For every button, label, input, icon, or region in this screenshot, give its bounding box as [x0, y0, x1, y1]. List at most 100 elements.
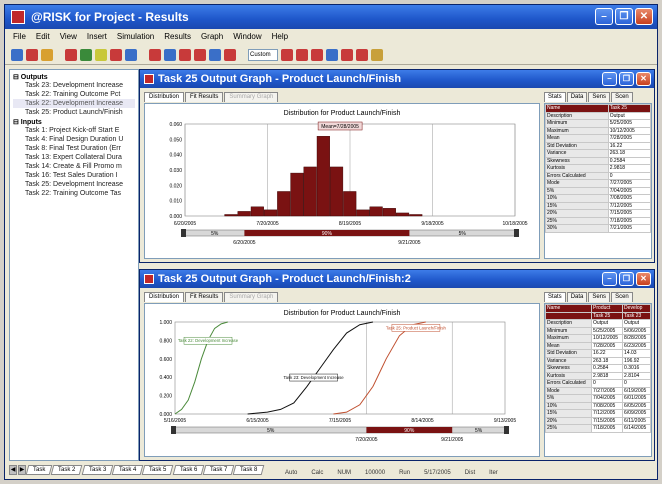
- tab-distribution[interactable]: Distribution: [144, 292, 185, 302]
- stats-value-cell[interactable]: 7/12/2005: [591, 409, 624, 418]
- menu-insert[interactable]: Insert: [87, 32, 107, 42]
- stats-value-cell[interactable]: 7/12/2005: [607, 201, 651, 210]
- stats-header-cell[interactable]: Task 25: [591, 311, 624, 320]
- rtab-scen[interactable]: Scen: [611, 92, 633, 102]
- print-icon[interactable]: [41, 48, 53, 61]
- rtab-stats[interactable]: Stats: [544, 92, 566, 102]
- stats-header-cell[interactable]: [545, 311, 593, 320]
- stats-label-cell[interactable]: Kurtosis: [545, 164, 609, 173]
- slider-right-handle[interactable]: [504, 426, 509, 434]
- rtab-scen[interactable]: Scen: [611, 292, 633, 302]
- tree-item[interactable]: Task 16: Test Sales Duration I: [13, 171, 135, 180]
- tree-item[interactable]: Task 22: Development Increase: [13, 99, 135, 108]
- add-output-icon[interactable]: [80, 48, 92, 61]
- restore-button[interactable]: ❐: [615, 8, 633, 25]
- stats-label-cell[interactable]: Variance: [545, 356, 593, 365]
- stats-value-cell[interactable]: 263.18: [591, 356, 624, 365]
- stats-value-cell[interactable]: 16.22: [607, 141, 651, 150]
- tree-item[interactable]: Task 14: Create & Fill Promo m: [13, 162, 135, 171]
- stats-label-cell[interactable]: Mean: [545, 341, 593, 350]
- results-icon[interactable]: [149, 48, 161, 61]
- settings-icon[interactable]: [125, 48, 137, 61]
- window1-minimize-button[interactable]: –: [602, 72, 617, 86]
- tree-item[interactable]: Task 1: Project Kick-off Start E: [13, 126, 135, 135]
- rtab-data[interactable]: Data: [566, 292, 588, 302]
- stats-value-cell[interactable]: 8/28/2005: [622, 334, 651, 343]
- stats-value-cell[interactable]: 2.9818: [607, 164, 651, 173]
- sheet-tab[interactable]: Task 3: [81, 465, 114, 475]
- minimize-button[interactable]: –: [595, 8, 613, 25]
- stats-value-cell[interactable]: 5/25/2005: [591, 326, 624, 335]
- tree-item[interactable]: Task 13: Expert Collateral Dura: [13, 153, 135, 162]
- tree-group-inputs[interactable]: ⊟ Inputs: [13, 118, 135, 126]
- list-inputs-icon[interactable]: [95, 48, 107, 61]
- simulate-icon[interactable]: [110, 48, 122, 61]
- tab-fit-results[interactable]: Fit Results: [185, 292, 224, 302]
- stats-value-cell[interactable]: 7/21/2005: [607, 224, 651, 233]
- stats-value-cell[interactable]: 2.9818: [591, 371, 624, 380]
- stats-header-cell[interactable]: Product: [591, 304, 624, 313]
- menu-view[interactable]: View: [60, 32, 77, 42]
- stats-value-cell[interactable]: 0.2584: [591, 364, 624, 373]
- stats-value-cell[interactable]: 7/28/2005: [607, 134, 651, 143]
- stats-label-cell[interactable]: Minimum: [545, 326, 593, 335]
- percentile-slider[interactable]: [174, 426, 506, 434]
- stats-label-cell[interactable]: 5%: [545, 186, 609, 195]
- summary-icon[interactable]: [164, 48, 176, 61]
- stats-header-cell[interactable]: Name: [545, 104, 609, 113]
- format-graph-icon[interactable]: [371, 48, 383, 61]
- stats-value-cell[interactable]: Output: [591, 319, 624, 328]
- stats-label-cell[interactable]: Std Deviation: [545, 349, 593, 358]
- stats-label-cell[interactable]: Description: [545, 111, 609, 120]
- stats-value-cell[interactable]: 7/18/2005: [591, 424, 624, 433]
- window2-minimize-button[interactable]: –: [602, 272, 617, 286]
- stats-label-cell[interactable]: Variance: [545, 149, 609, 158]
- stats-label-cell[interactable]: 20%: [545, 416, 593, 425]
- menu-simulation[interactable]: Simulation: [117, 32, 154, 42]
- sheet-tab[interactable]: Task 8: [233, 465, 266, 475]
- stats-label-cell[interactable]: 25%: [545, 216, 609, 225]
- stats-label-cell[interactable]: 30%: [545, 224, 609, 233]
- stats-value-cell[interactable]: 6/05/2005: [622, 401, 651, 410]
- stats-value-cell[interactable]: Output: [622, 319, 651, 328]
- tree-item[interactable]: Task 23: Development Increase: [13, 81, 135, 90]
- stats-value-cell[interactable]: 7/08/2005: [607, 194, 651, 203]
- stats-label-cell[interactable]: Maximum: [545, 334, 593, 343]
- window1-maximize-button[interactable]: ❐: [619, 72, 634, 86]
- tree-item[interactable]: Task 8: Final Test Duration (Err: [13, 144, 135, 153]
- tree-item[interactable]: Task 22: Training Outcome Pct: [13, 90, 135, 99]
- tab-fit-results[interactable]: Fit Results: [185, 92, 224, 102]
- stats-header-cell[interactable]: Name: [545, 304, 593, 313]
- stats-value-cell[interactable]: 6/09/2005: [622, 409, 651, 418]
- stats-value-cell[interactable]: 14.03: [622, 349, 651, 358]
- rtab-sens[interactable]: Sens: [588, 292, 611, 302]
- window2-close-button[interactable]: ✕: [636, 272, 651, 286]
- rtab-data[interactable]: Data: [566, 92, 588, 102]
- stats-value-cell[interactable]: 6/19/2005: [622, 386, 651, 395]
- sheet-tab[interactable]: Task 7: [202, 465, 235, 475]
- stats-value-cell[interactable]: 6/11/2005: [622, 416, 651, 425]
- stats-value-cell[interactable]: 7/18/2005: [607, 216, 651, 225]
- stats-value-cell[interactable]: 10/12/2005: [591, 334, 624, 343]
- stats-value-cell[interactable]: 0: [591, 379, 624, 388]
- graph-icon[interactable]: [179, 48, 191, 61]
- stats-label-cell[interactable]: Std Deviation: [545, 141, 609, 150]
- tree-group-outputs[interactable]: ⊟ Outputs: [13, 73, 135, 81]
- tab-summary-graph[interactable]: Summary Graph: [224, 92, 279, 102]
- tree-item[interactable]: Task 25: Product Launch/Finish: [13, 108, 135, 117]
- stats-icon[interactable]: [194, 48, 206, 61]
- rtab-sens[interactable]: Sens: [588, 92, 611, 102]
- line-graph-icon[interactable]: [326, 48, 338, 61]
- stats-value-cell[interactable]: 7/28/2005: [591, 341, 624, 350]
- stats-value-cell[interactable]: 10/12/2005: [607, 126, 651, 135]
- sheet-tab[interactable]: Task 5: [142, 465, 175, 475]
- slider-left-handle[interactable]: [181, 229, 186, 237]
- stats-label-cell[interactable]: 15%: [545, 201, 609, 210]
- tab-scroll-left-icon[interactable]: ◀: [9, 465, 17, 475]
- stats-value-cell[interactable]: 5/25/2005: [607, 119, 651, 128]
- stats-value-cell[interactable]: 0: [622, 379, 651, 388]
- bar-graph-icon[interactable]: [311, 48, 323, 61]
- stats-value-cell[interactable]: 0: [607, 171, 651, 180]
- stats-value-cell[interactable]: Output: [607, 111, 651, 120]
- stats-value-cell[interactable]: 6/01/2005: [622, 394, 651, 403]
